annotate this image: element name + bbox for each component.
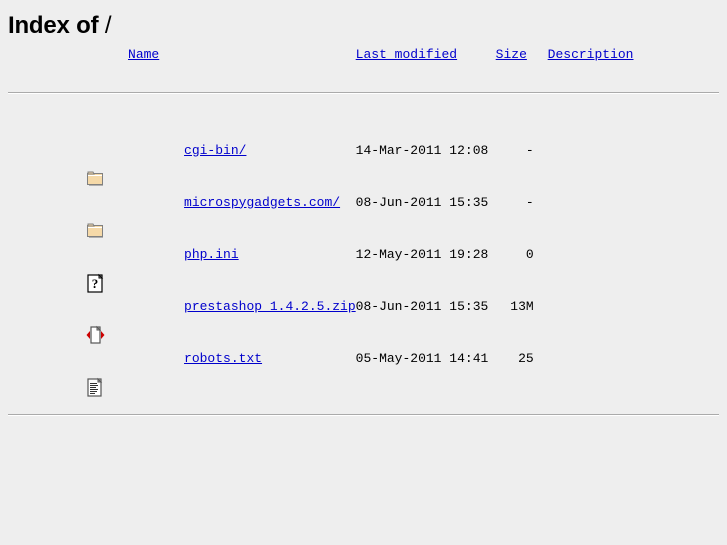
row-size-cell: - xyxy=(525,194,534,210)
header-rule-cell xyxy=(8,62,720,124)
column-header-icon xyxy=(8,40,106,62)
row-description-cell xyxy=(548,280,720,332)
row-description-cell xyxy=(548,176,720,228)
svg-text:?: ? xyxy=(92,276,99,291)
row-description-cell xyxy=(548,228,720,280)
row-date-cell: 08-Jun-2011 15:35 xyxy=(355,194,489,210)
file-link[interactable]: php.ini xyxy=(184,247,239,262)
table-row[interactable]: cgi-bin/ 14-Mar-2011 12:08 - xyxy=(8,124,720,186)
table-row[interactable]: prestashop 1.4.2.5.zip 08-Jun-2011 15:35… xyxy=(8,280,720,344)
column-header-last-modified: Last modified xyxy=(356,40,496,62)
page-title-prefix: Index of xyxy=(8,12,99,39)
column-header-size: Size xyxy=(496,40,548,62)
file-listing-body: cgi-bin/ 14-Mar-2011 12:08 - microspygad… xyxy=(8,124,720,446)
table-row[interactable]: microspygadgets.com/ 08-Jun-2011 15:35 - xyxy=(8,176,720,238)
file-link[interactable]: robots.txt xyxy=(184,351,262,366)
row-date-cell: 12-May-2011 19:28 xyxy=(355,246,489,262)
sort-by-name-link[interactable]: Name xyxy=(128,47,159,62)
file-link[interactable]: cgi-bin/ xyxy=(184,143,246,158)
row-size-cell: 0 xyxy=(525,246,534,262)
sort-by-date-link[interactable]: Last modified xyxy=(356,47,457,62)
file-link[interactable]: microspygadgets.com/ xyxy=(184,195,340,210)
folder-icon xyxy=(86,139,106,186)
row-size-cell: 25 xyxy=(518,350,534,366)
row-description-cell xyxy=(548,124,720,176)
folder-icon xyxy=(86,191,106,238)
row-description-cell xyxy=(548,332,720,384)
page-title-path: / xyxy=(104,12,112,39)
column-header-name: Name xyxy=(106,40,356,62)
table-row[interactable]: robots.txt 05-May-2011 14:41 25 xyxy=(8,332,720,397)
table-header-row: Name Last modified Size Description xyxy=(8,40,720,62)
column-header-description: Description xyxy=(548,40,720,62)
horizontal-rule-top xyxy=(8,92,719,94)
sort-by-size-link[interactable]: Size xyxy=(496,47,527,62)
directory-listing-page: Index of / Name Last modified Size Descr… xyxy=(0,0,727,446)
compressed-file-icon xyxy=(86,295,106,344)
row-date-cell: 14-Mar-2011 12:08 xyxy=(355,142,489,158)
text-file-icon xyxy=(86,347,106,397)
row-date-cell: 05-May-2011 14:41 xyxy=(355,350,489,366)
header-rule-row xyxy=(8,62,720,124)
row-size-cell: 13M xyxy=(510,298,534,314)
row-date-cell: 08-Jun-2011 15:35 xyxy=(355,298,489,314)
row-size-cell: - xyxy=(525,142,534,158)
unknown-file-icon: ? xyxy=(86,243,106,293)
file-listing-table: Name Last modified Size Description cgi-… xyxy=(8,40,720,446)
sort-by-description-link[interactable]: Description xyxy=(548,47,634,62)
page-title: Index of / xyxy=(0,0,727,40)
table-row[interactable]: ? php.ini 12-May-2011 19:28 0 xyxy=(8,228,720,293)
row-icon-cell xyxy=(8,124,106,186)
file-link[interactable]: prestashop 1.4.2.5.zip xyxy=(184,299,356,314)
